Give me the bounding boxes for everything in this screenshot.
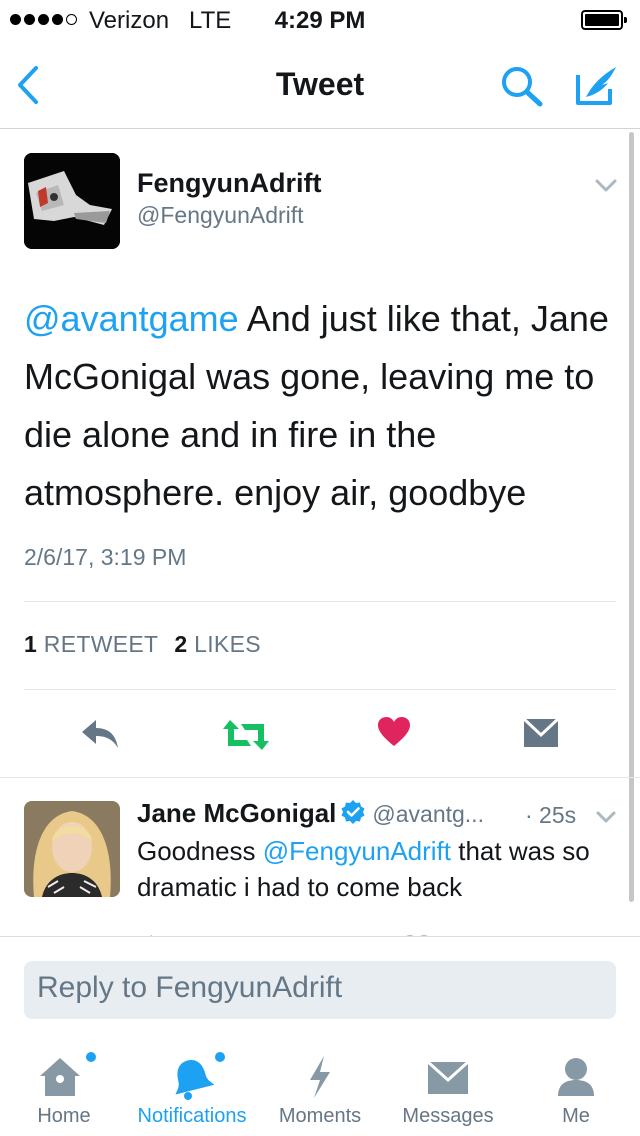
divider xyxy=(24,689,616,690)
person-icon xyxy=(558,1058,594,1096)
chevron-down-icon[interactable] xyxy=(594,178,618,194)
tab-notifications[interactable]: Notifications xyxy=(128,1036,256,1136)
tab-bar: Home Notifications Moments Messages Me xyxy=(0,1036,640,1136)
mention-link[interactable]: @avantgame xyxy=(24,298,239,339)
tab-label: Notifications xyxy=(137,1105,247,1127)
author-handle[interactable]: @FengyunAdrift xyxy=(137,202,304,229)
reply-timestamp: · 25s xyxy=(525,802,577,828)
envelope-icon[interactable] xyxy=(523,717,559,749)
like-stat[interactable]: 2 LIKES xyxy=(174,631,261,657)
reply-mention-link[interactable]: @FengyunAdrift xyxy=(263,836,451,866)
author-name[interactable]: FengyunAdrift xyxy=(137,168,321,199)
status-time: 4:29 PM xyxy=(274,7,366,34)
home-icon xyxy=(40,1058,80,1096)
compose-icon[interactable] xyxy=(574,63,620,107)
retweet-label: RETWEET xyxy=(43,631,159,657)
reply-author-name[interactable]: Jane McGonigal xyxy=(137,798,336,828)
notification-dot xyxy=(215,1052,225,1062)
notification-dot xyxy=(86,1052,96,1062)
scrollbar[interactable] xyxy=(629,132,634,902)
reply-composer-bar: Reply to FengyunAdrift xyxy=(0,936,640,1037)
tab-label: Home xyxy=(37,1105,91,1127)
reply-author-handle[interactable]: @avantg... xyxy=(372,801,484,827)
like-count: 2 xyxy=(174,631,188,657)
tweet-timestamp: 2/6/17, 3:19 PM xyxy=(24,544,187,570)
retweet-stat[interactable]: 1 RETWEET xyxy=(24,631,158,657)
envelope-icon xyxy=(426,1060,470,1094)
chevron-down-icon[interactable] xyxy=(595,810,617,824)
tab-me[interactable]: Me xyxy=(512,1036,640,1136)
retweet-icon[interactable] xyxy=(221,718,271,752)
heart-icon[interactable] xyxy=(377,716,411,748)
reply-author-avatar[interactable] xyxy=(24,801,120,897)
battery-icon xyxy=(581,10,627,30)
reply-header: Jane McGonigal @avantg... xyxy=(137,798,484,829)
tab-label: Me xyxy=(562,1105,590,1127)
tweet-text: @avantgame And just like that, Jane McGo… xyxy=(24,290,624,522)
tab-messages[interactable]: Messages xyxy=(384,1036,512,1136)
navigation-bar: Tweet xyxy=(0,40,640,129)
divider xyxy=(24,601,616,602)
tab-moments[interactable]: Moments xyxy=(256,1036,384,1136)
lightning-icon xyxy=(310,1056,330,1098)
reply-input[interactable]: Reply to FengyunAdrift xyxy=(24,961,616,1019)
retweet-count: 1 xyxy=(24,631,38,657)
tab-label: Messages xyxy=(402,1105,494,1127)
tab-home[interactable]: Home xyxy=(0,1036,128,1136)
search-icon[interactable] xyxy=(500,66,546,108)
like-label: LIKES xyxy=(194,631,261,657)
status-bar: Verizon LTE 4:29 PM xyxy=(0,0,640,40)
bell-icon xyxy=(175,1060,215,1100)
reply-text: Goodness @FengyunAdrift that was so dram… xyxy=(137,836,590,902)
verified-badge-icon xyxy=(341,800,365,824)
reply-icon[interactable] xyxy=(80,718,120,750)
tab-label: Moments xyxy=(278,1105,362,1127)
author-avatar[interactable] xyxy=(24,153,120,249)
reply-actions-partial xyxy=(0,928,640,936)
tweet-stats: 1 RETWEET 2 LIKES xyxy=(24,631,261,658)
divider xyxy=(0,777,640,778)
